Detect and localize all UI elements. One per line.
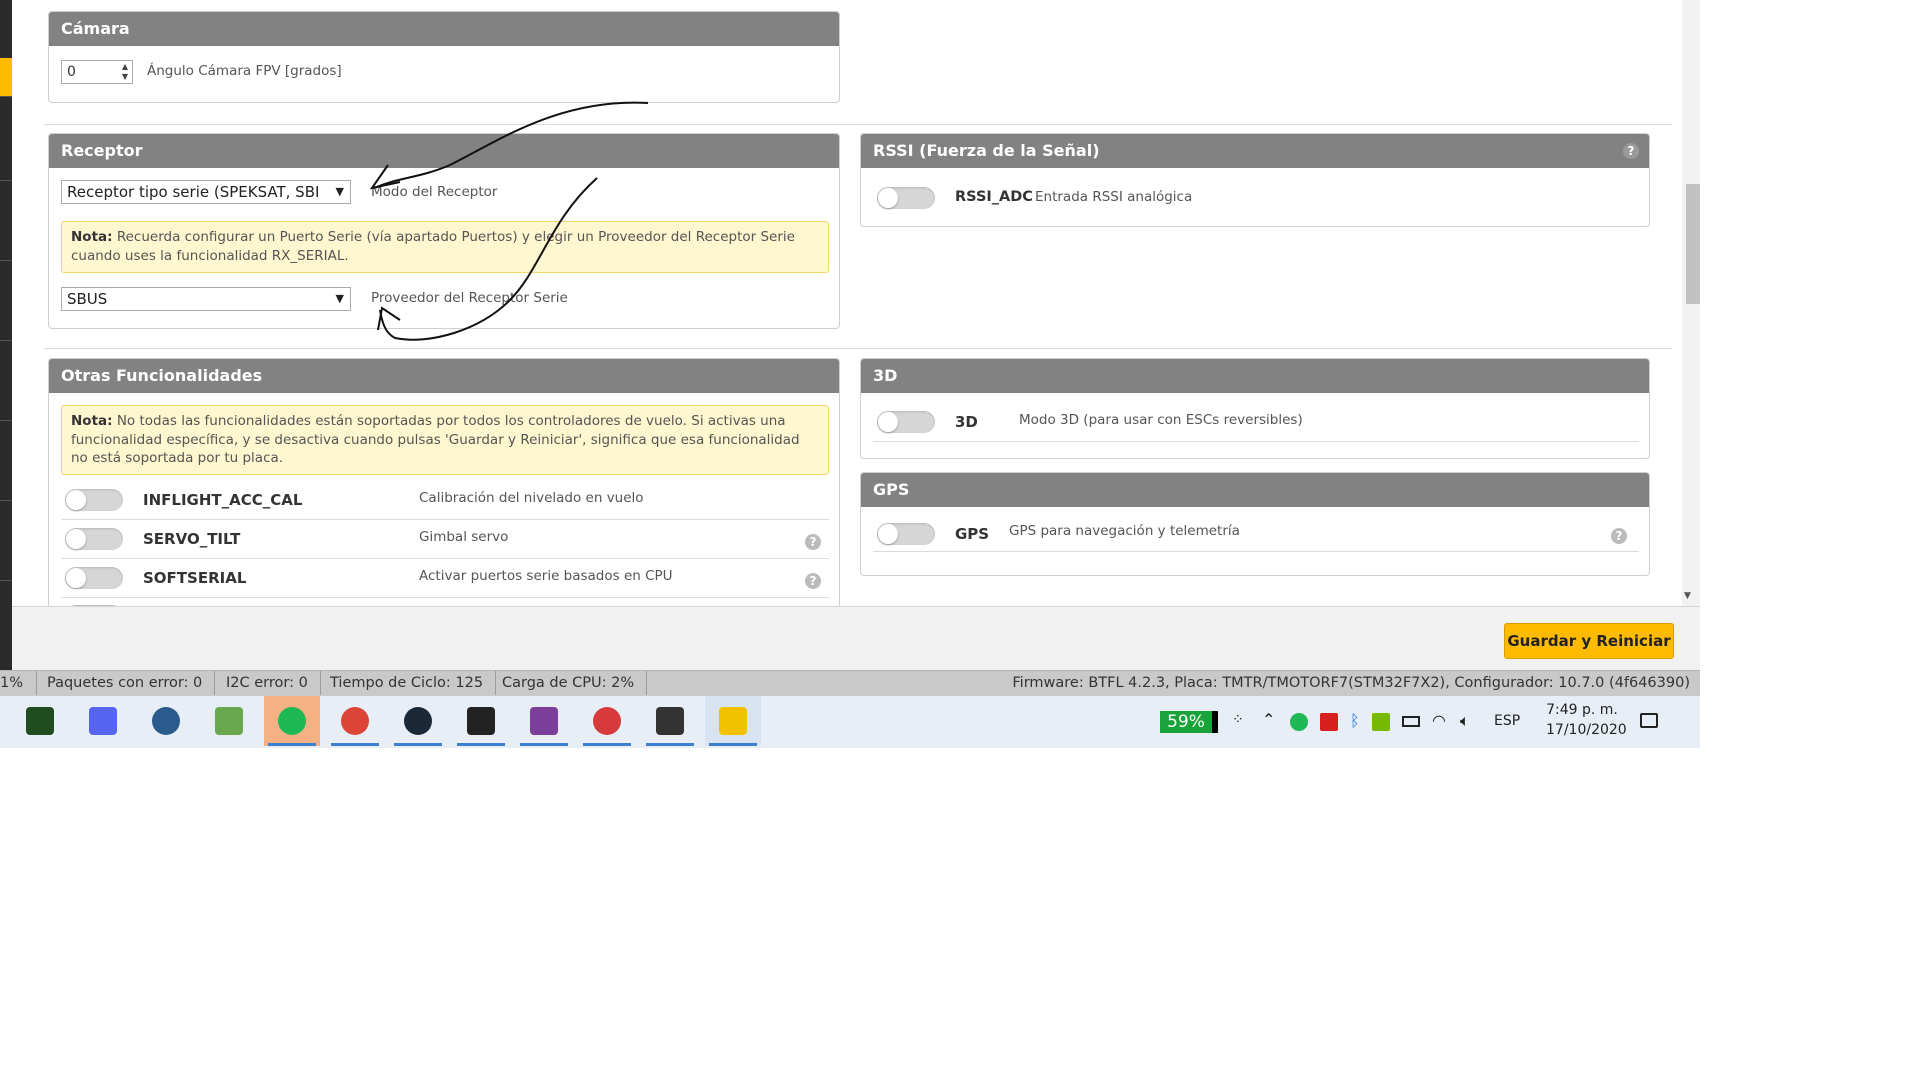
headset-app-icon: [152, 707, 180, 735]
annotation-arrow-top: [374, 101, 649, 189]
scroll-down-icon[interactable]: ▼: [1684, 591, 1691, 601]
taskbar-app-button[interactable]: [138, 696, 194, 746]
taskbar-app-button[interactable]: [516, 696, 572, 746]
photos-icon: [467, 707, 495, 735]
winrar-icon: [530, 707, 558, 735]
game-app-icon: [26, 707, 54, 735]
taskbar-app-button[interactable]: [390, 696, 446, 746]
taskbar-running-indicator: [583, 743, 631, 746]
chrome-icon: [341, 707, 369, 735]
annotation-arrow-bottom: [379, 177, 598, 341]
status-packet-errors: Paquetes con error: 0: [35, 671, 216, 695]
nvidia-tray-icon[interactable]: [1372, 713, 1390, 731]
annotation-arrows: [369, 101, 649, 341]
taskbar-running-indicator: [520, 743, 568, 746]
taskbar-app-button[interactable]: [264, 696, 320, 746]
spotify-tray-icon[interactable]: [1290, 713, 1308, 731]
status-cpu-load: Carga de CPU: 2%: [490, 671, 648, 695]
taskbar-running-indicator: [394, 743, 442, 746]
taskbar-app-button[interactable]: [75, 696, 131, 746]
antivirus-tray-icon[interactable]: [1320, 713, 1338, 731]
save-and-reboot-button[interactable]: Guardar y Reiniciar: [1504, 623, 1674, 659]
taskbar-running-indicator: [331, 743, 379, 746]
clock-time[interactable]: 7:49 p. m.: [1546, 702, 1618, 718]
language-indicator[interactable]: ESP: [1494, 713, 1520, 729]
save-bar: [12, 606, 1700, 671]
notifications-icon[interactable]: [1640, 713, 1658, 728]
taskbar-app-button[interactable]: [201, 696, 257, 746]
status-i2c-errors: I2C error: 0: [214, 671, 321, 695]
speaker-icon[interactable]: 🔈︎: [1460, 711, 1470, 731]
taskbar-running-indicator: [457, 743, 505, 746]
clock-date[interactable]: 17/10/2020: [1546, 722, 1627, 738]
dx-app-icon: [593, 707, 621, 735]
taskbar-app-button[interactable]: [453, 696, 509, 746]
taskbar-running-indicator: [709, 743, 757, 746]
taskbar-app-button[interactable]: [642, 696, 698, 746]
taskbar-running-indicator: [268, 743, 316, 746]
steam-icon: [404, 707, 432, 735]
tray-overflow-dot-icon: ⁘: [1232, 712, 1244, 728]
calculator-icon: [656, 707, 684, 735]
taskbar-app-button[interactable]: [12, 696, 68, 746]
battery-icon[interactable]: [1402, 716, 1420, 727]
notepad-app-icon: [215, 707, 243, 735]
betaflight-icon: [719, 707, 747, 735]
scrollbar-thumb[interactable]: [1686, 184, 1700, 304]
taskbar-app-button[interactable]: [327, 696, 383, 746]
taskbar-app-button[interactable]: [705, 696, 761, 746]
arrowhead-top: [369, 164, 401, 190]
chevron-up-icon[interactable]: ⌃: [1262, 710, 1275, 729]
status-cycle-time: Tiempo de Ciclo: 125: [318, 671, 497, 695]
status-packet-percent: 1%: [0, 671, 37, 695]
taskbar-running-indicator: [646, 743, 694, 746]
wifi-icon[interactable]: ◠: [1432, 711, 1446, 730]
taskbar-app-button[interactable]: [579, 696, 635, 746]
bluetooth-icon[interactable]: ᛒ: [1350, 711, 1360, 730]
status-bar: 1% Paquetes con error: 0 I2C error: 0 Ti…: [0, 670, 1700, 697]
battery-widget[interactable]: 59%: [1160, 711, 1218, 733]
discord-icon: [89, 707, 117, 735]
spotify-icon: [278, 707, 306, 735]
status-firmware: Firmware: BTFL 4.2.3, Placa: TMTR/TMOTOR…: [1012, 675, 1690, 691]
